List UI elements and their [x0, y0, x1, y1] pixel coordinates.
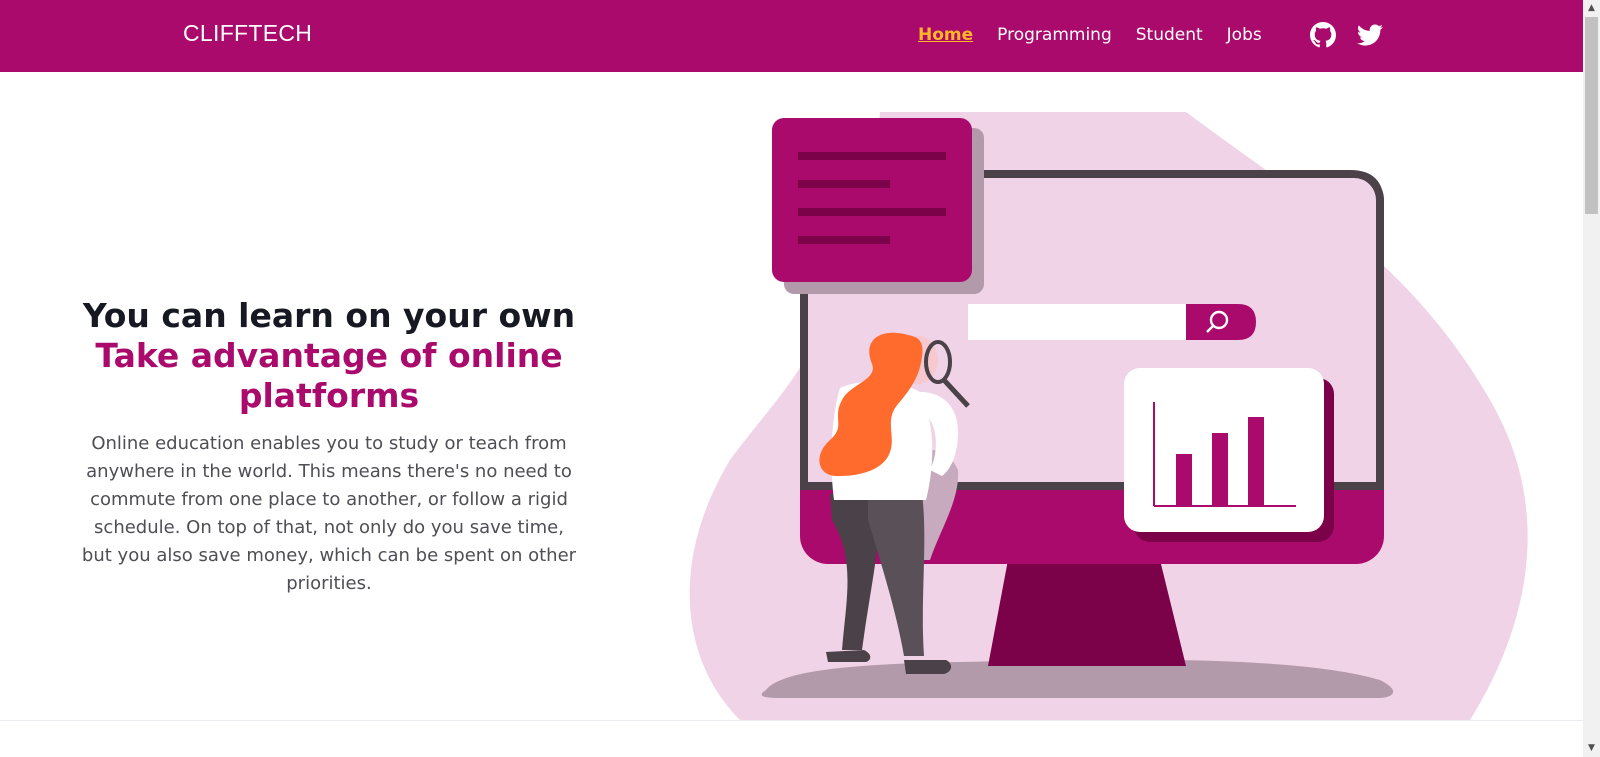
page: CLIFFTECH Home Programming Student Jobs …	[0, 0, 1583, 757]
nav-link-jobs[interactable]: Jobs	[1227, 25, 1262, 45]
hero-text: You can learn on your own Take advantage…	[78, 296, 580, 598]
nav-link-home[interactable]: Home	[918, 25, 973, 45]
nav-links: Home Programming Student Jobs	[918, 25, 1286, 45]
hero-subtitle: Take advantage of online platforms	[95, 336, 563, 415]
search-button	[1186, 304, 1256, 340]
nav-link-programming[interactable]: Programming	[997, 25, 1112, 45]
vertical-scrollbar[interactable]: ▲ ▼	[1583, 0, 1600, 757]
hero-title: You can learn on your own	[82, 296, 576, 335]
hero-illustration	[689, 112, 1528, 720]
nav-link-student[interactable]: Student	[1136, 25, 1203, 45]
search-bar	[968, 304, 1190, 340]
hero-description: Online education enables you to study or…	[81, 433, 577, 594]
section-divider	[0, 720, 1583, 721]
scroll-down-arrow-icon[interactable]: ▼	[1583, 740, 1600, 757]
brand-logo[interactable]: CLIFFTECH	[183, 20, 312, 47]
github-icon[interactable]	[1310, 22, 1336, 48]
scroll-up-arrow-icon[interactable]: ▲	[1583, 0, 1600, 17]
monitor-stand	[988, 560, 1186, 666]
twitter-icon[interactable]	[1357, 22, 1383, 48]
navbar: CLIFFTECH Home Programming Student Jobs	[0, 0, 1583, 72]
scrollbar-thumb[interactable]	[1585, 17, 1598, 214]
document-card	[772, 118, 972, 282]
